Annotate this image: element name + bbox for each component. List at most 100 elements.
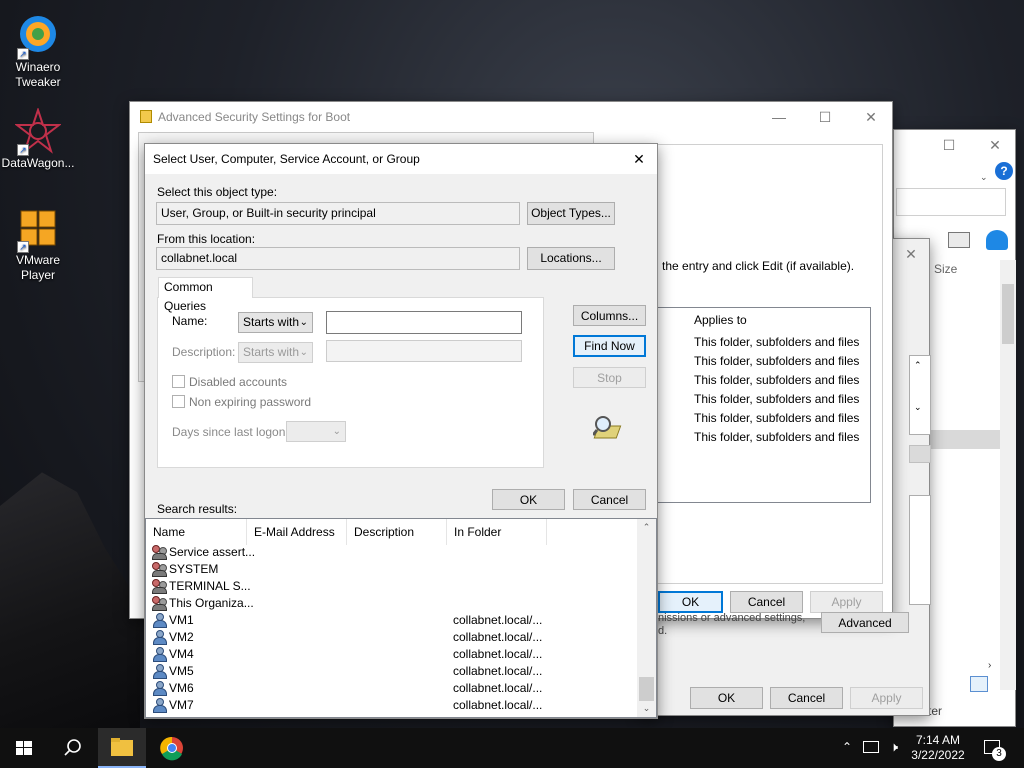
desktop-icon-winaero[interactable]: ↗ Winaero Tweaker: [0, 12, 76, 90]
datawagon-icon: ↗: [14, 106, 62, 156]
window-titlebar[interactable]: Advanced Security Settings for Boot — ☐ …: [130, 102, 892, 132]
columns-button[interactable]: Columns...: [573, 305, 646, 326]
list-scroll[interactable]: [909, 495, 931, 605]
list-item[interactable]: This folder, subfolders and files: [694, 373, 859, 387]
user-icon: [152, 698, 168, 713]
days-since-logon-select[interactable]: ⌄: [286, 421, 346, 442]
result-name: TERMINAL S...: [169, 579, 251, 593]
days-since-logon-label: Days since last logon:: [172, 425, 289, 439]
apply-button[interactable]: Apply: [810, 591, 883, 613]
vmware-icon: ↗: [15, 205, 61, 253]
column-header-size[interactable]: Size: [934, 262, 957, 276]
folder-icon: [111, 738, 133, 756]
list-item[interactable]: This folder, subfolders and files: [694, 392, 859, 406]
column-header-applies-to[interactable]: Applies to: [694, 313, 747, 327]
help-icon[interactable]: ?: [995, 162, 1013, 180]
clock[interactable]: 7:14 AM 3/22/2022: [906, 733, 970, 763]
column-header-description[interactable]: Description: [347, 519, 447, 545]
scrollbar-thumb[interactable]: [639, 677, 654, 701]
search-results-label: Search results:: [157, 502, 238, 516]
note-text: d.: [658, 625, 668, 637]
email-icon[interactable]: [948, 232, 970, 248]
cancel-button[interactable]: Cancel: [730, 591, 803, 613]
description-mode-select[interactable]: Starts with ⌄: [238, 342, 313, 363]
minimize-icon[interactable]: —: [756, 102, 802, 132]
desktop-icon-label: VMware Player: [15, 253, 60, 282]
dialog-titlebar[interactable]: Select User, Computer, Service Account, …: [145, 144, 657, 174]
window-title: Advanced Security Settings for Boot: [158, 110, 351, 124]
apply-button[interactable]: Apply: [850, 687, 923, 709]
volume-icon[interactable]: 🕨: [884, 739, 904, 755]
cancel-button[interactable]: Cancel: [573, 489, 646, 510]
chevron-right-icon[interactable]: ›: [988, 660, 991, 671]
chevron-up-icon[interactable]: ⌃: [914, 360, 922, 371]
result-folder: collabnet.local/...: [453, 681, 543, 695]
list-item[interactable]: This folder, subfolders and files: [694, 430, 859, 444]
search-results-list[interactable]: Name E-Mail Address Description In Folde…: [145, 518, 657, 718]
chevron-up-icon[interactable]: ⌃: [838, 740, 856, 754]
search-button[interactable]: [48, 728, 96, 768]
object-types-button[interactable]: Object Types...: [527, 202, 615, 225]
desktop-icon-vmware[interactable]: ↗ VMware Player: [0, 205, 76, 283]
list-item[interactable]: This folder, subfolders and files: [694, 411, 859, 425]
table-row[interactable]: VM5 collabnet.local/...: [146, 663, 638, 680]
chevron-down-icon[interactable]: ⌄: [980, 172, 988, 183]
chevron-up-icon[interactable]: ⌃: [637, 522, 656, 533]
table-row[interactable]: TERMINAL S...: [146, 578, 638, 595]
locations-button[interactable]: Locations...: [527, 247, 615, 270]
ok-button[interactable]: OK: [658, 591, 723, 613]
name-input[interactable]: [326, 311, 522, 334]
ok-button[interactable]: OK: [492, 489, 565, 510]
address-bar[interactable]: [896, 188, 1006, 216]
description-input[interactable]: [326, 340, 522, 362]
shell-icon[interactable]: [986, 230, 1008, 250]
stop-button[interactable]: Stop: [573, 367, 646, 388]
chevron-down-icon[interactable]: ⌄: [914, 402, 922, 413]
desktop-icon-datawagon[interactable]: ↗ DataWagon...: [0, 106, 76, 171]
disabled-accounts-checkbox[interactable]: Disabled accounts: [172, 375, 287, 389]
table-row[interactable]: VM7 collabnet.local/...: [146, 697, 638, 714]
table-row[interactable]: VM4 collabnet.local/...: [146, 646, 638, 663]
close-icon[interactable]: ✕: [972, 130, 1018, 160]
scrollbar-thumb[interactable]: [1002, 284, 1014, 344]
find-now-button[interactable]: Find Now: [573, 335, 646, 357]
maximize-icon[interactable]: ☐: [926, 130, 972, 160]
permission-entries-list[interactable]: Applies to This folder, subfolders and f…: [657, 307, 871, 503]
column-header-email[interactable]: E-Mail Address: [247, 519, 347, 545]
vertical-scrollbar[interactable]: [1000, 260, 1016, 690]
name-mode-value: Starts with: [243, 315, 300, 329]
list-item[interactable]: This folder, subfolders and files: [694, 335, 859, 349]
table-row[interactable]: VM2 collabnet.local/...: [146, 629, 638, 646]
maximize-icon[interactable]: ☐: [802, 102, 848, 132]
advanced-button[interactable]: Advanced: [821, 612, 909, 633]
network-icon[interactable]: [863, 741, 879, 753]
ok-button[interactable]: OK: [690, 687, 763, 709]
taskbar-file-explorer[interactable]: [98, 728, 146, 768]
desktop-wallpaper-mountain: [0, 472, 140, 730]
start-button[interactable]: [0, 728, 48, 768]
column-header-in-folder[interactable]: In Folder: [447, 519, 547, 545]
table-row[interactable]: SYSTEM: [146, 561, 638, 578]
taskbar-chrome[interactable]: [148, 728, 196, 768]
close-icon[interactable]: ✕: [848, 102, 894, 132]
details-view-icon[interactable]: [970, 676, 988, 692]
name-mode-select[interactable]: Starts with ⌄: [238, 312, 313, 333]
list-scroll[interactable]: ⌃ ⌄: [909, 355, 931, 435]
column-header-name[interactable]: Name: [146, 519, 247, 545]
tab-common-queries[interactable]: Common Queries: [158, 277, 253, 313]
windows-icon: [16, 741, 32, 755]
table-row[interactable]: Service assert...: [146, 544, 638, 561]
list-item[interactable]: This folder, subfolders and files: [694, 354, 859, 368]
selected-row[interactable]: [930, 430, 1000, 449]
table-row[interactable]: VM1 collabnet.local/...: [146, 612, 638, 629]
result-folder: collabnet.local/...: [453, 664, 543, 678]
cancel-button[interactable]: Cancel: [770, 687, 843, 709]
result-name: VM5: [169, 664, 194, 678]
table-row[interactable]: VM6 collabnet.local/...: [146, 680, 638, 697]
close-icon[interactable]: ✕: [893, 239, 929, 269]
results-scrollbar[interactable]: ⌃ ⌄: [637, 519, 656, 717]
table-row[interactable]: This Organiza...: [146, 595, 638, 612]
chevron-down-icon[interactable]: ⌄: [637, 703, 656, 714]
close-icon[interactable]: ✕: [621, 144, 657, 174]
non-expiring-password-checkbox[interactable]: Non expiring password: [172, 395, 311, 409]
